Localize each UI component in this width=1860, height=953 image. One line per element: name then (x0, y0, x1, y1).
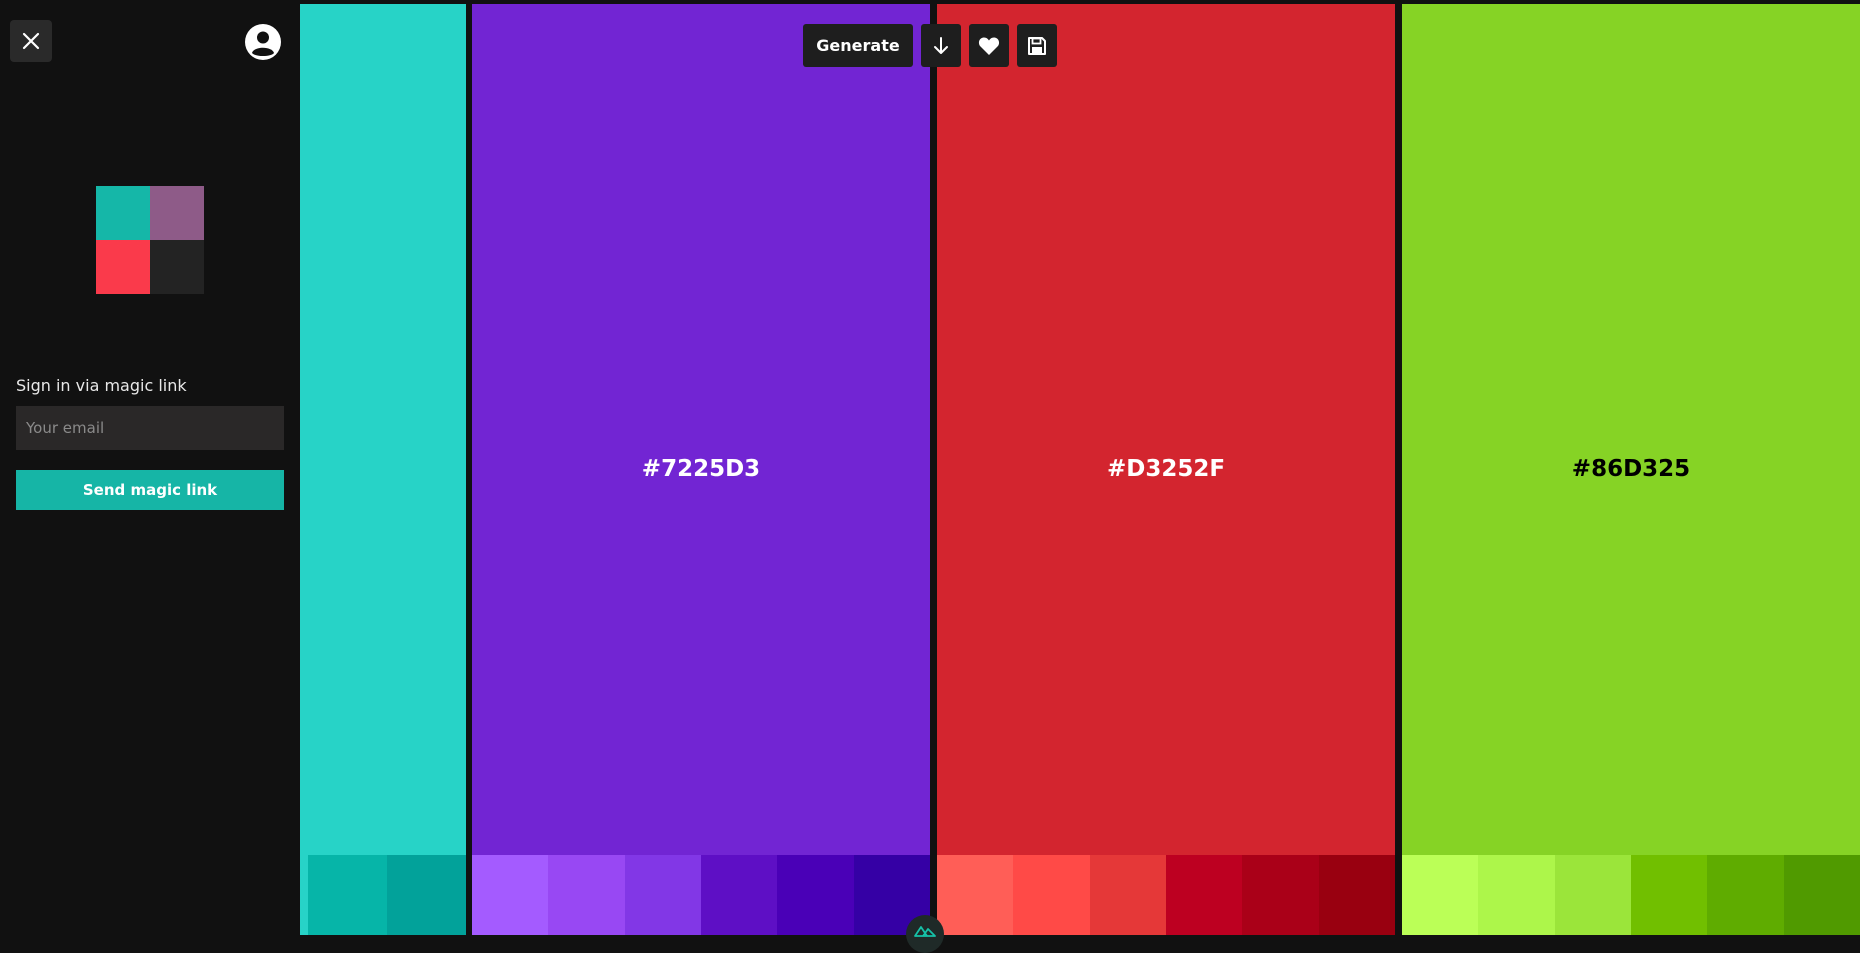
shade-swatch[interactable] (1242, 855, 1319, 935)
shade-swatch[interactable] (548, 855, 625, 935)
favorite-button[interactable] (969, 24, 1009, 67)
hex-code[interactable]: #86D325 (1402, 456, 1860, 482)
arrow-down-icon (934, 36, 948, 54)
shade-strip (472, 855, 930, 935)
sidebar: Sign in via magic link Send magic link (0, 0, 300, 939)
save-icon (1028, 36, 1046, 55)
color-swatch[interactable]: #86D325 (1402, 4, 1860, 855)
shade-strip (1402, 855, 1860, 935)
shade-swatch[interactable] (300, 855, 308, 935)
email-field[interactable] (16, 406, 284, 450)
shade-swatch[interactable] (1165, 855, 1243, 935)
color-column[interactable]: #D3252F (937, 4, 1395, 935)
logo-tile (96, 186, 150, 240)
shade-swatch[interactable] (1478, 855, 1555, 935)
nuxt-badge[interactable] (906, 915, 944, 953)
shade-swatch[interactable] (1783, 855, 1860, 935)
shade-swatch[interactable] (1402, 855, 1479, 935)
color-swatch[interactable]: #D3252F (937, 4, 1395, 855)
shade-swatch[interactable] (1554, 855, 1631, 935)
account-button[interactable] (243, 22, 283, 62)
download-button[interactable] (921, 24, 961, 67)
generate-button[interactable]: Generate (803, 24, 913, 67)
close-icon (22, 32, 40, 50)
logo-tile (150, 240, 204, 294)
save-button[interactable] (1017, 24, 1057, 67)
palette: #7225D3 #D3252F #86D325 (300, 4, 1860, 935)
color-column[interactable] (300, 4, 466, 935)
shade-swatch[interactable] (1089, 855, 1166, 935)
color-swatch[interactable] (300, 4, 466, 855)
shade-swatch[interactable] (1318, 855, 1395, 935)
close-sidebar-button[interactable] (10, 20, 52, 62)
shade-swatch[interactable] (1707, 855, 1784, 935)
toolbar: Generate (803, 24, 1057, 67)
send-magic-link-button[interactable]: Send magic link (16, 470, 284, 510)
hex-code[interactable]: #7225D3 (472, 456, 930, 482)
app-logo (96, 186, 204, 294)
shade-swatch[interactable] (777, 855, 854, 935)
nuxt-logo-icon (914, 926, 936, 937)
shade-swatch[interactable] (624, 855, 701, 935)
shade-swatch[interactable] (472, 855, 549, 935)
shade-strip (300, 855, 466, 935)
shade-swatch[interactable] (308, 855, 387, 935)
shade-strip (937, 855, 1395, 935)
logo-tile (96, 240, 150, 294)
hex-code[interactable]: #D3252F (937, 456, 1395, 482)
shade-swatch[interactable] (700, 855, 778, 935)
color-column[interactable]: #7225D3 (472, 4, 930, 935)
user-circle-icon (245, 24, 281, 60)
color-column[interactable]: #86D325 (1402, 4, 1860, 935)
shade-swatch[interactable] (1630, 855, 1708, 935)
shade-swatch[interactable] (1013, 855, 1090, 935)
signin-label: Sign in via magic link (16, 376, 187, 395)
shade-swatch[interactable] (937, 855, 1014, 935)
logo-tile (150, 186, 204, 240)
heart-icon (978, 36, 1000, 55)
color-swatch[interactable]: #7225D3 (472, 4, 930, 855)
shade-swatch[interactable] (387, 855, 466, 935)
